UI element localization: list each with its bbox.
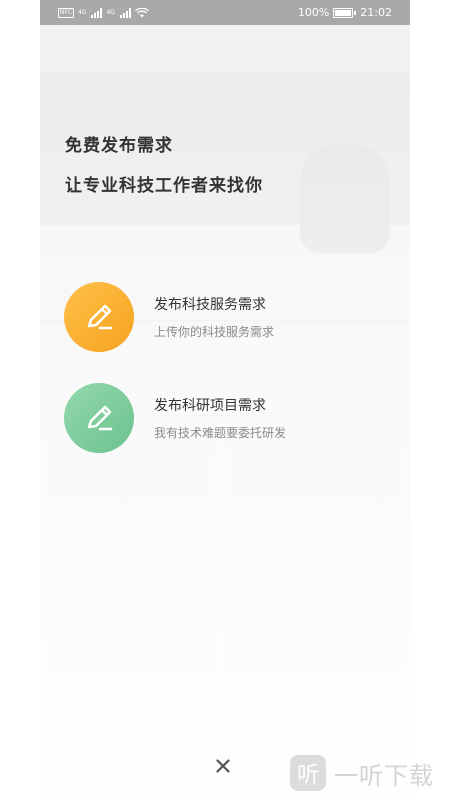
modal-headline: 免费发布需求 [65,136,173,156]
nfc-icon: NFC [58,7,74,18]
option-text: 发布科研项目需求 我有技术难题要委托研发 [154,395,286,441]
signal-icon-2 [119,7,131,18]
battery-tip [354,10,357,15]
status-right: 100% 21:02 [298,6,410,19]
close-icon [216,759,230,773]
option-icon-circle [64,282,134,352]
pencil-icon [87,304,113,330]
battery-percent: 100% [297,6,330,19]
wifi-icon [134,7,149,17]
option-icon-circle [64,383,134,453]
option-subtitle: 上传你的科技服务需求 [154,325,275,339]
battery-icon [333,7,354,18]
phone-screen: NFC 4G 4G 100% 21:02 免费发布需求 让专业科技工作者来找你 … [40,0,410,800]
watermark-logo-icon: 听 [290,755,326,791]
option-subtitle: 我有技术难题要委托研发 [154,426,287,440]
option-title: 发布科研项目需求 [154,398,266,414]
status-bar: NFC 4G 4G 100% 21:02 [40,0,410,25]
sim1-network-tag: 4G [78,8,87,16]
status-time: 21:02 [360,6,392,19]
option-text: 发布科技服务需求 上传你的科技服务需求 [154,294,274,340]
publish-modal-overlay: 免费发布需求 让专业科技工作者来找你 发布科技服务需求 上传你的科技服务需求 发… [40,25,410,800]
watermark: 听 一听下载 [290,752,434,794]
pencil-icon [87,405,113,431]
watermark-text: 一听下载 [334,761,434,790]
signal-icon [91,7,103,18]
publish-tech-service-option[interactable]: 发布科技服务需求 上传你的科技服务需求 [64,282,384,352]
modal-subheadline: 让专业科技工作者来找你 [65,176,263,196]
status-left: NFC 4G 4G [40,7,149,18]
sim2-network-tag: 4G [106,8,115,16]
option-title: 发布科技服务需求 [154,297,266,313]
publish-research-project-option[interactable]: 发布科研项目需求 我有技术难题要委托研发 [64,383,384,453]
close-button[interactable] [212,755,234,777]
